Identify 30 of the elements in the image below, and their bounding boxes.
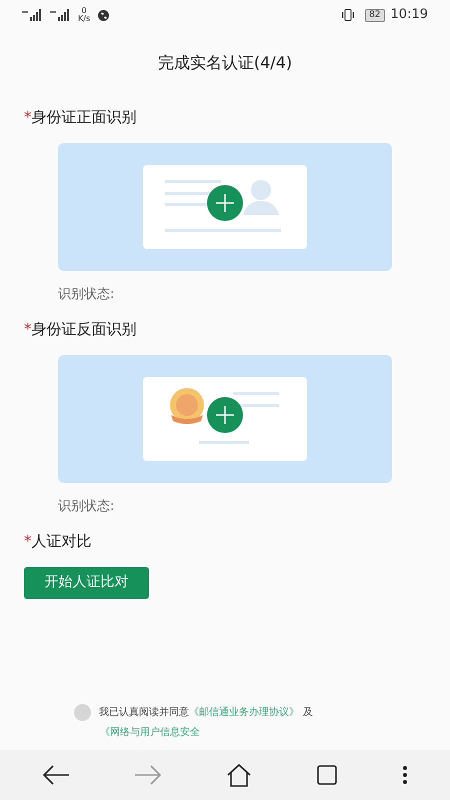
agreement-text: 及 — [303, 706, 313, 720]
recognition-status: 识别状态: — [58, 286, 116, 304]
agreement-text: 我已认真阅读并同意 — [99, 706, 189, 720]
speed-unit: K/s — [78, 15, 90, 23]
agreement-link[interactable]: 《邮信通业务办理协议》 — [189, 705, 299, 720]
status-time: 10:19 — [390, 6, 428, 24]
signal-icon — [50, 9, 72, 21]
section-label: 人证对比 — [32, 531, 92, 552]
required-mark: * — [24, 107, 32, 128]
home-icon[interactable] — [226, 763, 252, 787]
page-title: 完成实名认证(4/4) — [158, 52, 292, 74]
required-mark: * — [24, 531, 32, 552]
required-mark: * — [24, 319, 32, 340]
agreement-checkbox[interactable] — [74, 704, 91, 721]
agreement-link[interactable]: 《网络与用户信息安全 — [100, 725, 200, 740]
id-card-upload[interactable] — [58, 142, 392, 270]
globe-icon — [98, 10, 110, 20]
recognition-status: 识别状态: — [58, 498, 116, 516]
vibrate-icon — [341, 9, 356, 21]
signal-icon — [22, 9, 44, 21]
section-label: 身份证正面识别 — [32, 107, 136, 128]
id-card-upload[interactable] — [58, 354, 392, 482]
back-icon[interactable] — [42, 765, 70, 785]
tabs-icon[interactable] — [316, 764, 338, 786]
more-icon[interactable] — [402, 764, 408, 786]
section-label: 身份证反面识别 — [32, 319, 136, 340]
start-comparison-button[interactable]: 开始人证比对 — [24, 566, 149, 598]
battery-icon: 82 — [365, 8, 385, 22]
speed-value: 0 — [82, 7, 87, 15]
forward-icon[interactable] — [134, 765, 162, 785]
